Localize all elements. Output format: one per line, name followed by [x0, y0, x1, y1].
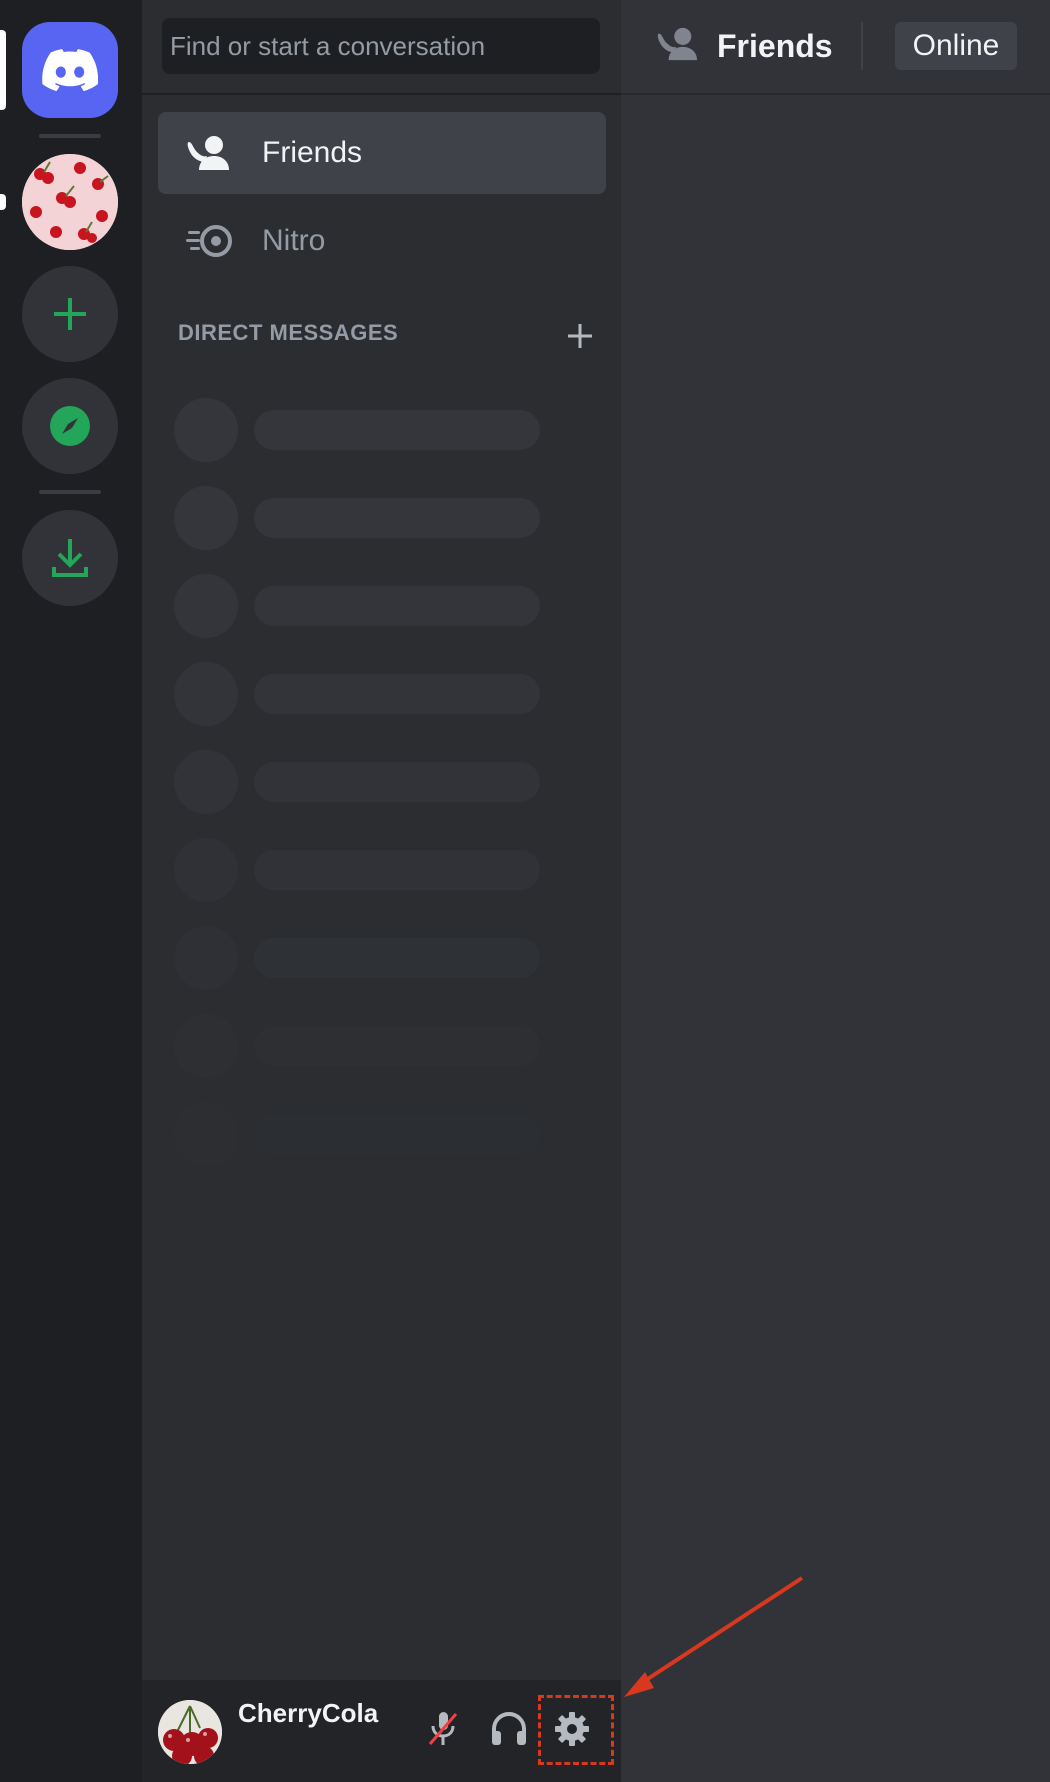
plus-icon — [568, 324, 592, 348]
rail-separator — [39, 134, 101, 138]
search-placeholder: Find or start a conversation — [170, 30, 486, 61]
annotation-highlight-box — [538, 1695, 614, 1765]
download-apps-button[interactable] — [22, 510, 118, 606]
cherry-pattern-icon — [22, 154, 118, 250]
add-server-button[interactable] — [22, 266, 118, 362]
friends-header: Friends Online — [621, 0, 1050, 95]
discord-logo-icon — [42, 49, 98, 91]
server-cherry[interactable] — [22, 154, 118, 250]
dm-section-header: DIRECT MESSAGES — [178, 320, 399, 345]
selected-indicator — [0, 30, 6, 110]
dm-sidebar: Find or start a conversation Friends Nit… — [142, 0, 621, 1782]
friends-icon — [657, 26, 701, 67]
rail-separator — [39, 490, 101, 494]
search-input[interactable]: Find or start a conversation — [162, 18, 600, 74]
explore-servers-button[interactable] — [22, 378, 118, 474]
home-button[interactable] — [22, 22, 118, 118]
header-divider — [861, 22, 863, 70]
microphone-muted-icon — [428, 1712, 458, 1745]
cherries-avatar-icon — [158, 1700, 222, 1764]
friends-icon — [158, 134, 262, 172]
nav-friends-label: Friends — [262, 136, 363, 169]
page-title: Friends — [717, 28, 833, 64]
server-rail — [0, 0, 142, 1782]
avatar[interactable] — [158, 1700, 222, 1764]
mute-button[interactable] — [418, 1704, 468, 1754]
nav-friends[interactable]: Friends — [158, 112, 606, 194]
compass-icon — [50, 406, 90, 446]
deafen-button[interactable] — [484, 1704, 534, 1754]
sidebar-divider — [142, 93, 621, 95]
nav-nitro[interactable]: Nitro — [158, 200, 606, 282]
unread-indicator — [0, 194, 6, 210]
username: CherryCola — [238, 1698, 379, 1728]
headphones-icon — [492, 1712, 526, 1745]
plus-icon — [54, 298, 86, 330]
nav-nitro-label: Nitro — [262, 224, 326, 257]
download-icon — [52, 539, 88, 577]
nitro-icon — [158, 223, 262, 259]
tab-online[interactable]: Online — [895, 22, 1017, 70]
create-dm-button[interactable] — [562, 318, 598, 354]
